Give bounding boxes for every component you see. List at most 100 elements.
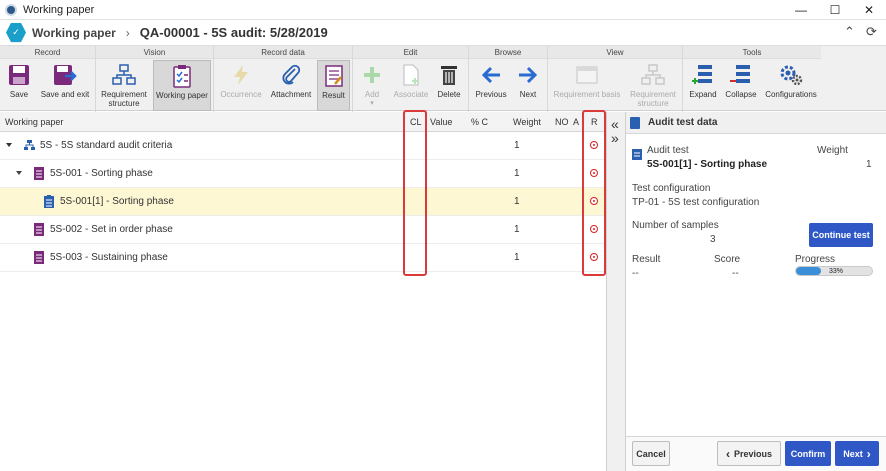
group-tools: Tools Expand Collapse Configurations (683, 46, 821, 112)
app-icon (5, 3, 17, 16)
requirement-structure-view-label: Requirement structure (630, 90, 676, 108)
next-record-button[interactable]: Next (511, 60, 545, 111)
row-label: 5S-001[1] - Sorting phase (60, 196, 174, 207)
breadcrumb-separator: › (125, 25, 130, 40)
row-weight: 1 (514, 168, 520, 179)
table-row[interactable]: 5S - 5S standard audit criteria 1 (0, 132, 606, 160)
ribbon-toolbar: Record Save Save and exit Vision Require… (0, 45, 886, 112)
grid-header: Working paper CL Value % C Weight NO A R (0, 112, 606, 132)
add-button[interactable]: Add ▾ (357, 60, 387, 111)
result-indicator-icon (590, 253, 598, 261)
add-dropdown-icon[interactable]: ▾ (370, 99, 374, 108)
arrow-right-icon (516, 63, 540, 87)
expand-toggle-icon[interactable] (6, 143, 12, 147)
result-label: Result (322, 91, 345, 100)
group-record: Record Save Save and exit (0, 46, 96, 112)
col-value[interactable]: Value (430, 117, 452, 127)
continue-test-button[interactable]: Continue test (809, 223, 873, 247)
configurations-button[interactable]: Configurations (763, 60, 819, 111)
audit-test-value: 5S-001[1] - Sorting phase (647, 159, 768, 170)
expand-button[interactable]: Expand (685, 60, 721, 111)
row-label: 5S-001 - Sorting phase (50, 168, 153, 179)
attachment-button[interactable]: Attachment (268, 60, 314, 111)
associate-document-icon (399, 63, 423, 87)
refresh-icon[interactable]: ⟳ (866, 24, 877, 40)
requirement-basis-icon (575, 63, 599, 87)
associate-button[interactable]: Associate (391, 60, 431, 111)
save-label: Save (9, 90, 29, 99)
save-button[interactable]: Save (2, 60, 36, 111)
working-paper-grid: Working paper CL Value % C Weight NO A R… (0, 112, 606, 471)
occurrence-label: Occurrence (220, 90, 262, 99)
expand-toggle-icon[interactable] (16, 171, 22, 175)
page-title: QA-00001 - 5S audit: 5/28/2019 (139, 25, 328, 40)
hierarchy-icon (112, 63, 136, 87)
col-weight[interactable]: Weight (513, 117, 541, 127)
row-weight: 1 (514, 196, 520, 207)
requirement-structure-view-button[interactable]: Requirement structure (626, 60, 680, 111)
group-title: Record (0, 46, 95, 59)
next-label: Next (843, 448, 863, 459)
group-title: Tools (683, 46, 821, 59)
delete-button[interactable]: Delete (433, 60, 465, 111)
working-paper-button[interactable]: Working paper (153, 60, 211, 111)
col-no[interactable]: NO (555, 117, 569, 127)
score-value: -- (732, 268, 739, 279)
occurrence-button[interactable]: Occurrence (218, 60, 264, 111)
window-title-bar: Working paper — ☐ ✕ (0, 0, 886, 20)
result-value: -- (632, 268, 639, 279)
maximize-icon[interactable]: ☐ (818, 0, 852, 20)
score-label: Score (714, 254, 741, 265)
collapse-header-icon[interactable]: ⌃ (844, 24, 855, 40)
gears-icon (779, 63, 803, 87)
expand-label: Expand (689, 90, 717, 99)
panel-title: Audit test data (648, 117, 718, 128)
associate-label: Associate (393, 90, 429, 99)
save-exit-icon (53, 63, 77, 87)
add-label: Add (364, 90, 380, 99)
breadcrumb-root[interactable]: Working paper (32, 26, 116, 40)
col-working-paper[interactable]: Working paper (5, 117, 63, 127)
col-a[interactable]: A (573, 117, 579, 127)
group-record-data: Record data Occurrence Attachment Result (214, 46, 353, 112)
requirement-basis-button[interactable]: Requirement basis (550, 60, 624, 111)
previous-record-button[interactable]: Previous (473, 60, 509, 111)
requirement-structure-button[interactable]: Requirement structure (98, 60, 150, 111)
hierarchy-disabled-icon (641, 63, 665, 87)
table-row[interactable]: 5S-003 - Sustaining phase 1 (0, 244, 606, 272)
working-paper-logo-icon: ✓ (6, 22, 26, 43)
table-row[interactable]: 5S-002 - Set in order phase 1 (0, 216, 606, 244)
collapse-button[interactable]: Collapse (723, 60, 759, 111)
previous-button[interactable]: ‹ Previous (717, 441, 781, 466)
lightning-icon (229, 63, 253, 87)
minimize-icon[interactable]: — (784, 0, 818, 20)
row-label: 5S - 5S standard audit criteria (40, 140, 173, 151)
save-and-exit-button[interactable]: Save and exit (38, 60, 92, 111)
breadcrumb: ✓ Working paper › QA-00001 - 5S audit: 5… (0, 20, 886, 45)
row-weight: 1 (514, 140, 520, 151)
chevron-right-icon: › (866, 446, 871, 461)
panel-splitter[interactable]: « » (606, 112, 626, 471)
close-icon[interactable]: ✕ (852, 0, 886, 20)
table-row-selected[interactable]: 5S-001[1] - Sorting phase 1 (0, 188, 606, 216)
panel-header: Audit test data (626, 112, 886, 134)
result-button[interactable]: Result (317, 60, 350, 111)
col-cl[interactable]: CL (410, 117, 422, 127)
expand-right-icon[interactable]: » (611, 130, 619, 146)
delete-label: Delete (437, 90, 461, 99)
row-weight: 1 (514, 252, 520, 263)
weight-label: Weight (817, 145, 848, 156)
arrow-left-icon (479, 63, 503, 87)
next-button[interactable]: Next › (835, 441, 879, 466)
group-title: Edit (353, 46, 468, 59)
cancel-button[interactable]: Cancel (632, 441, 670, 466)
collapse-label: Collapse (725, 90, 757, 99)
col-pct-c[interactable]: % C (471, 117, 488, 127)
col-r[interactable]: R (591, 117, 598, 127)
table-row[interactable]: 5S-001 - Sorting phase 1 (0, 160, 606, 188)
result-indicator-icon (590, 141, 598, 149)
confirm-button[interactable]: Confirm (785, 441, 831, 466)
test-config-label: Test configuration (632, 183, 711, 194)
expand-tree-icon (691, 63, 715, 87)
group-title: Browse (469, 46, 547, 59)
